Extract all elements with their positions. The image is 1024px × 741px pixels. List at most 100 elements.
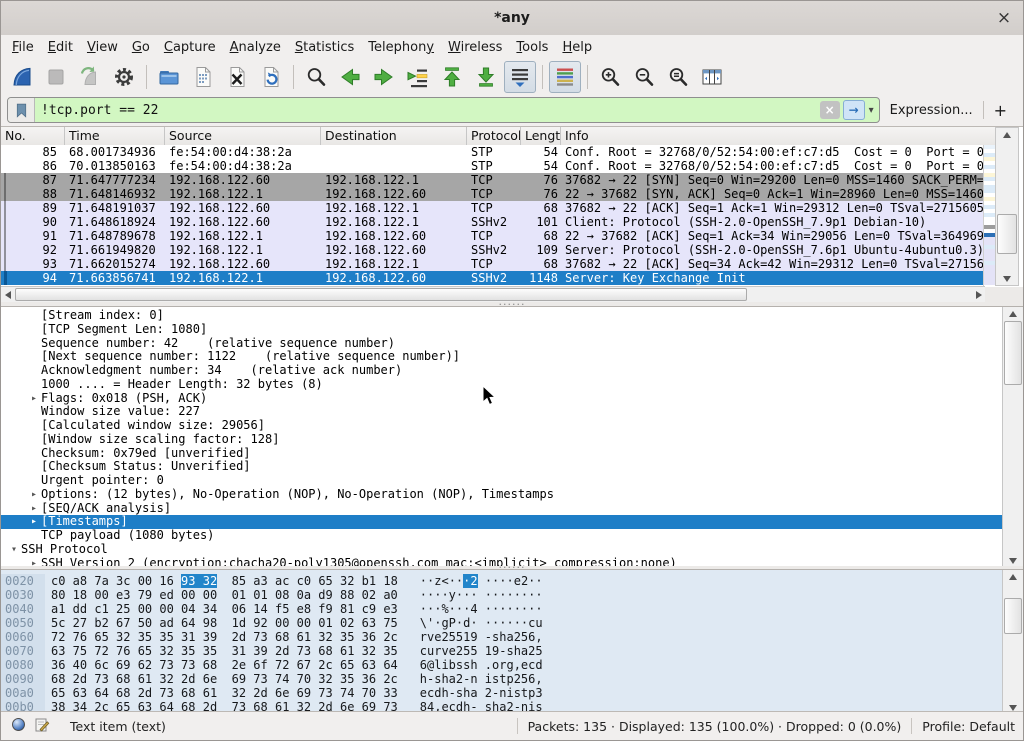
hex-row-0040[interactable]: 0040a1 dd c1 25 00 00 04 34 06 14 f5 e8 … (1, 602, 1023, 616)
packet-row-92[interactable]: 9271.661949820192.168.122.1192.168.122.6… (1, 243, 984, 257)
hex-ascii[interactable]: ···%···4 ········ (420, 602, 543, 616)
hex-ascii[interactable]: ··z<···2 ····e2·· (420, 574, 543, 588)
display-filter-box[interactable]: !tcp.port == 22 × → ▾ (7, 97, 880, 123)
detail-item[interactable]: Sequence number: 42 (relative sequence n… (1, 337, 1003, 351)
column-header-info[interactable]: Info (561, 127, 995, 145)
detail-item-expandable[interactable]: ▾SSH Protocol (1, 543, 1003, 557)
scroll-up-icon[interactable] (1003, 570, 1023, 583)
menu-view[interactable]: View (80, 38, 125, 57)
menu-help[interactable]: Help (555, 38, 599, 57)
go-to-packet-button[interactable] (402, 61, 434, 93)
zoom-out-button[interactable] (628, 61, 660, 93)
hex-vscrollbar[interactable] (1002, 570, 1023, 714)
expander-closed-icon[interactable]: ▸ (27, 502, 41, 516)
hex-bytes[interactable]: 72 76 65 32 35 35 31 39 2d 73 68 61 32 3… (51, 630, 398, 644)
expander-closed-icon[interactable]: ▸ (27, 515, 41, 529)
expression-button[interactable]: Expression... (880, 103, 983, 118)
menu-statistics[interactable]: Statistics (288, 38, 361, 57)
details-vscrollbar[interactable] (1002, 307, 1023, 567)
filter-add-button[interactable]: + (984, 101, 1017, 120)
packet-row-93[interactable]: 9371.662015274192.168.122.60192.168.122.… (1, 257, 984, 271)
auto-scroll-button[interactable] (504, 61, 536, 93)
menu-edit[interactable]: Edit (41, 38, 80, 57)
column-header-time[interactable]: Time (65, 127, 165, 145)
capture-comment-icon[interactable] (34, 717, 50, 736)
hex-ascii[interactable]: curve255 19-sha25 (420, 644, 543, 658)
hex-ascii[interactable]: ····y··· ········ (420, 588, 543, 602)
menu-go[interactable]: Go (125, 38, 157, 57)
packet-list-vscrollbar[interactable] (995, 127, 1019, 286)
filter-apply-button[interactable]: → (843, 100, 865, 120)
hex-bytes[interactable]: 36 40 6c 69 62 73 73 68 2e 6f 72 67 2c 6… (51, 658, 398, 672)
packet-list-hscrollbar[interactable] (1, 286, 985, 302)
capture-options-button[interactable] (108, 61, 140, 93)
stop-capture-button[interactable] (40, 61, 72, 93)
detail-item-expandable[interactable]: ▸Options: (12 bytes), No-Operation (NOP)… (1, 488, 1003, 502)
detail-item-expandable[interactable]: ▸[Timestamps] (1, 515, 1003, 529)
packet-row-90[interactable]: 9071.648618924192.168.122.60192.168.122.… (1, 215, 984, 229)
scroll-thumb[interactable] (997, 214, 1017, 254)
status-profile[interactable]: Profile: Default (922, 719, 1015, 734)
hex-bytes[interactable]: 68 2d 73 68 61 32 2d 6e 69 73 74 70 32 3… (51, 672, 398, 686)
expander-closed-icon[interactable]: ▸ (27, 392, 41, 406)
packet-row-94[interactable]: 9471.663856741192.168.122.1192.168.122.6… (1, 271, 984, 285)
menu-tools[interactable]: Tools (509, 38, 555, 57)
detail-item[interactable]: [Checksum Status: Unverified] (1, 460, 1003, 474)
go-first-button[interactable] (436, 61, 468, 93)
packet-row-85[interactable]: 8568.001734936fe:54:00:d4:38:2aSTP54Conf… (1, 145, 984, 159)
column-header-no[interactable]: No. (1, 127, 65, 145)
restart-capture-button[interactable] (74, 61, 106, 93)
filter-history-caret-icon[interactable]: ▾ (869, 105, 874, 116)
detail-item[interactable]: Window size value: 227 (1, 405, 1003, 419)
hex-row-0030[interactable]: 003080 18 00 e3 79 ed 00 00 01 01 08 0a … (1, 588, 1023, 602)
scroll-thumb[interactable] (1004, 321, 1022, 385)
zoom-original-button[interactable] (662, 61, 694, 93)
hex-row-0070[interactable]: 007063 75 72 76 65 32 35 35 31 39 2d 73 … (1, 644, 1023, 658)
expander-closed-icon[interactable]: ▸ (27, 488, 41, 502)
filter-bookmark-button[interactable] (8, 98, 35, 122)
colorize-button[interactable] (549, 61, 581, 93)
hex-ascii[interactable]: rve25519 -sha256, (420, 630, 543, 644)
save-file-button[interactable] (187, 61, 219, 93)
hex-row-00a0[interactable]: 00a065 63 64 68 2d 73 68 61 32 2d 6e 69 … (1, 686, 1023, 700)
filter-clear-button[interactable]: × (820, 101, 840, 119)
packet-row-86[interactable]: 8670.013850163fe:54:00:d4:38:2aSTP54Conf… (1, 159, 984, 173)
display-filter-input[interactable]: !tcp.port == 22 (35, 103, 820, 118)
scroll-thumb[interactable] (1004, 598, 1022, 634)
close-file-button[interactable] (221, 61, 253, 93)
packet-row-87[interactable]: 8771.647777234192.168.122.60192.168.122.… (1, 173, 984, 187)
hex-row-0090[interactable]: 009068 2d 73 68 61 32 2d 6e 69 73 74 70 … (1, 672, 1023, 686)
packet-row-89[interactable]: 8971.648191037192.168.122.60192.168.122.… (1, 201, 984, 215)
zoom-in-button[interactable] (594, 61, 626, 93)
scroll-down-icon[interactable] (996, 272, 1018, 285)
detail-item[interactable]: Checksum: 0x79ed [unverified] (1, 447, 1003, 461)
expert-info-icon[interactable] (11, 717, 26, 735)
detail-item[interactable]: [TCP Segment Len: 1080] (1, 323, 1003, 337)
hex-bytes[interactable]: 5c 27 b2 67 50 ad 64 98 1d 92 00 00 01 0… (51, 616, 398, 630)
detail-item-expandable[interactable]: ▸Flags: 0x018 (PSH, ACK) (1, 392, 1003, 406)
menu-analyze[interactable]: Analyze (223, 38, 288, 57)
detail-item-expandable[interactable]: ▸[SEQ/ACK analysis] (1, 502, 1003, 516)
hex-row-0050[interactable]: 00505c 27 b2 67 50 ad 64 98 1d 92 00 00 … (1, 616, 1023, 630)
hex-bytes[interactable]: c0 a8 7a 3c 00 16 93 32 85 a3 ac c0 65 3… (51, 574, 398, 588)
go-previous-button[interactable] (334, 61, 366, 93)
packet-row-88[interactable]: 8871.648146932192.168.122.1192.168.122.6… (1, 187, 984, 201)
menu-capture[interactable]: Capture (157, 38, 223, 57)
menu-wireless[interactable]: Wireless (441, 38, 509, 57)
scroll-up-icon[interactable] (996, 128, 1018, 141)
start-capture-button[interactable] (6, 61, 38, 93)
hex-row-0020[interactable]: 0020c0 a8 7a 3c 00 16 93 32 85 a3 ac c0 … (1, 574, 1023, 588)
menu-telephony[interactable]: Telephony (361, 38, 441, 57)
column-header-source[interactable]: Source (165, 127, 321, 145)
column-header-protocol[interactable]: Protocol (467, 127, 521, 145)
hex-ascii[interactable]: 6@libssh .org,ecd (420, 658, 543, 672)
hex-row-0060[interactable]: 006072 76 65 32 35 35 31 39 2d 73 68 61 … (1, 630, 1023, 644)
detail-item[interactable]: 1000 .... = Header Length: 32 bytes (8) (1, 378, 1003, 392)
scroll-left-icon[interactable] (1, 287, 14, 302)
hex-ascii[interactable]: \'·gP·d· ······cu (420, 616, 543, 630)
hex-bytes[interactable]: 65 63 64 68 2d 73 68 61 32 2d 6e 69 73 7… (51, 686, 398, 700)
detail-item[interactable]: [Window size scaling factor: 128] (1, 433, 1003, 447)
find-packet-button[interactable] (300, 61, 332, 93)
detail-item[interactable]: Urgent pointer: 0 (1, 474, 1003, 488)
packet-row-91[interactable]: 9171.648789678192.168.122.1192.168.122.6… (1, 229, 984, 243)
